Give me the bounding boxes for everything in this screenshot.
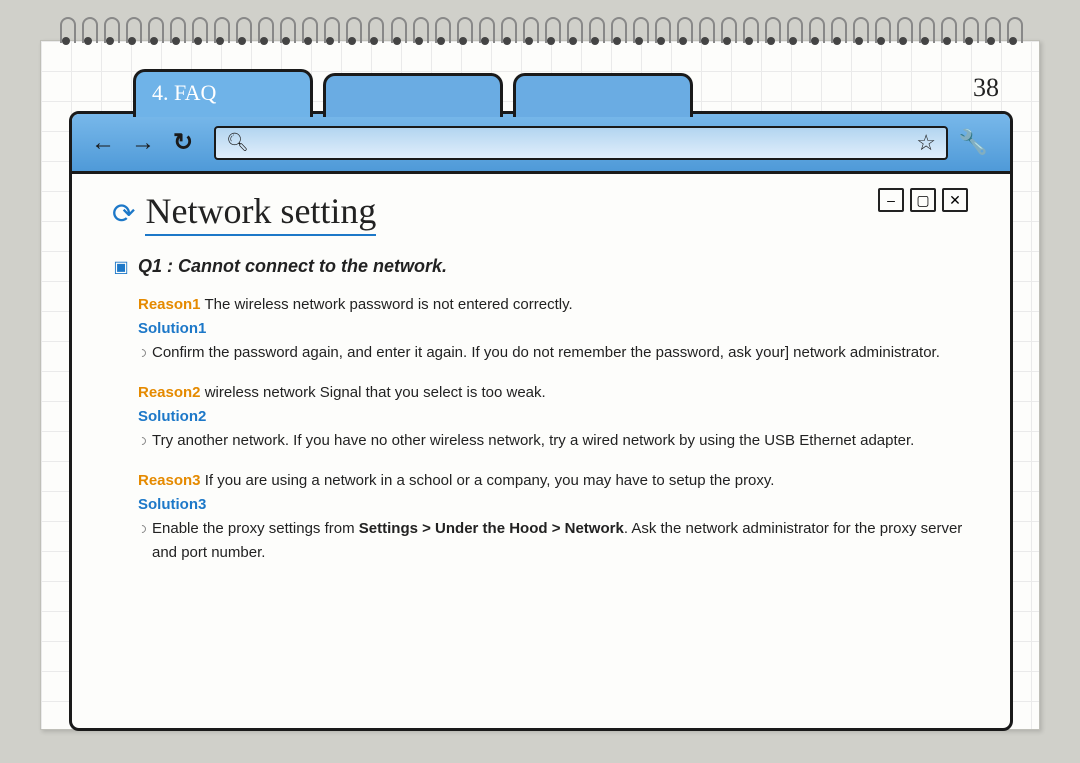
reason-label: Reason2: [138, 384, 201, 401]
solution-bold-path: Settings > Under the Hood > Network: [359, 520, 624, 537]
reason-text: If you are using a network in a school o…: [205, 472, 775, 489]
solution-label: Solution3: [138, 493, 970, 517]
solution-label: Solution2: [138, 405, 970, 429]
tab-faq[interactable]: 4. FAQ: [133, 69, 313, 117]
tab-label: 4. FAQ: [136, 72, 232, 114]
browser-window: ← → ↻ 🔍︎ ☆ 🔧 ‒ ▢ ✕ ⟳ Network setting ▣ Q…: [69, 111, 1013, 731]
solution-text: Try another network. If you have no othe…: [138, 429, 970, 453]
content: ‒ ▢ ✕ ⟳ Network setting ▣ Q1 : Cannot co…: [72, 174, 1010, 601]
reason-text: wireless network Signal that you select …: [205, 384, 546, 401]
globe-icon: ⟳: [112, 197, 135, 230]
solution-text-a: Enable the proxy settings from: [152, 520, 359, 537]
spiral-binding: [41, 19, 1039, 57]
question-text: Q1 : Cannot connect to the network.: [138, 256, 447, 277]
maximize-button[interactable]: ▢: [910, 188, 936, 212]
monitor-icon: ▣: [112, 259, 130, 275]
solution-text: Confirm the password again, and enter it…: [138, 341, 970, 365]
toolbar: ← → ↻ 🔍︎ ☆ 🔧: [72, 114, 1010, 174]
notebook-page: 38 4. FAQ ← → ↻ 🔍︎ ☆ 🔧 ‒ ▢ ✕ ⟳: [40, 40, 1040, 730]
reason-label: Reason3: [138, 472, 201, 489]
reason-label: Reason1: [138, 296, 201, 313]
reason-block-1: Reason1 The wireless network password is…: [138, 293, 970, 365]
reason-text: The wireless network password is not ent…: [204, 296, 572, 313]
tab-2[interactable]: [323, 73, 503, 117]
faq-body: Reason1 The wireless network password is…: [138, 293, 970, 565]
close-button[interactable]: ✕: [942, 188, 968, 212]
reason-block-2: Reason2 wireless network Signal that you…: [138, 381, 970, 453]
forward-button[interactable]: →: [126, 126, 160, 160]
page-number: 38: [973, 73, 999, 103]
window-controls: ‒ ▢ ✕: [878, 188, 968, 212]
reason-block-3: Reason3 If you are using a network in a …: [138, 469, 970, 565]
solution-text: Enable the proxy settings from Settings …: [138, 517, 970, 565]
minimize-button[interactable]: ‒: [878, 188, 904, 212]
faq-question: ▣ Q1 : Cannot connect to the network.: [112, 256, 970, 277]
refresh-button[interactable]: ↻: [166, 126, 200, 160]
address-bar[interactable]: 🔍︎ ☆: [214, 126, 948, 160]
settings-button[interactable]: 🔧: [956, 126, 990, 160]
search-icon: 🔍︎: [226, 132, 249, 153]
page-title: Network setting: [145, 190, 376, 236]
bookmark-star-icon[interactable]: ☆: [916, 130, 936, 156]
tab-3[interactable]: [513, 73, 693, 117]
solution-label: Solution1: [138, 317, 970, 341]
back-button[interactable]: ←: [86, 126, 120, 160]
